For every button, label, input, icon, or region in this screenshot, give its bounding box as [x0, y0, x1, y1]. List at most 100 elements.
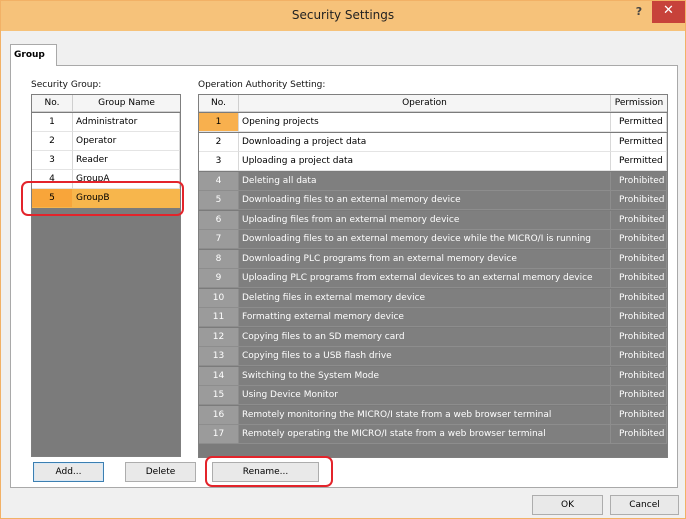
table-row[interactable]: 16 Remotely monitoring the MICRO/I state …: [199, 405, 667, 425]
permission-cell[interactable]: Prohibited: [611, 308, 667, 327]
table-row[interactable]: 3 Reader: [32, 151, 180, 170]
operation-no-cell: 9: [199, 269, 239, 288]
operation-cell: Switching to the System Mode: [239, 366, 611, 386]
permission-cell[interactable]: Permitted: [611, 113, 667, 132]
table-row[interactable]: 10 Deleting files in external memory devi…: [199, 288, 667, 308]
operation-no-cell: 10: [199, 288, 239, 308]
table-row[interactable]: 6 Uploading files from an external memory…: [199, 210, 667, 230]
table-row[interactable]: 15 Using Device Monitor Prohibited: [199, 386, 667, 405]
operation-no-cell: 3: [199, 152, 239, 171]
operation-cell: Copying files to a USB flash drive: [239, 347, 611, 366]
operation-no-cell: 17: [199, 425, 239, 444]
permission-cell[interactable]: Prohibited: [611, 288, 667, 308]
header-permission[interactable]: Permission: [611, 95, 667, 112]
table-row[interactable]: 8 Downloading PLC programs from an extern…: [199, 249, 667, 269]
group-name-cell: Administrator: [73, 113, 180, 132]
security-group-table[interactable]: No. Group Name 1 Administrator 2 Operator 3 R…: [31, 94, 181, 457]
permission-cell[interactable]: Prohibited: [611, 425, 667, 444]
permission-cell[interactable]: Prohibited: [611, 230, 667, 249]
permission-cell[interactable]: Prohibited: [611, 191, 667, 210]
operation-cell: Downloading files to an external memory …: [239, 230, 611, 249]
table-row[interactable]: 12 Copying files to an SD memory card Proh…: [199, 327, 667, 347]
title-bar[interactable]: Security Settings ? ✕: [1, 1, 685, 31]
permission-cell[interactable]: Prohibited: [611, 210, 667, 230]
operation-no-cell: 13: [199, 347, 239, 366]
permission-cell[interactable]: Prohibited: [611, 171, 667, 191]
operation-cell: Uploading PLC programs from external dev…: [239, 269, 611, 288]
operation-no-cell: 4: [199, 171, 239, 191]
ok-button[interactable]: OK: [532, 495, 603, 515]
operation-cell: Formatting external memory device: [239, 308, 611, 327]
operation-no-cell: 12: [199, 327, 239, 347]
operation-no-cell: 6: [199, 210, 239, 230]
rename-callout-outline: [205, 456, 333, 487]
operation-cell: Deleting files in external memory device: [239, 288, 611, 308]
table-row[interactable]: 7 Downloading files to an external memory…: [199, 230, 667, 249]
close-button[interactable]: ✕: [652, 1, 685, 23]
permission-cell[interactable]: Prohibited: [611, 327, 667, 347]
group-no-cell: 2: [32, 132, 73, 151]
groupb-callout-outline: [21, 181, 184, 216]
operation-no-cell: 5: [199, 191, 239, 210]
operation-cell: Uploading a project data: [239, 152, 611, 171]
permission-cell[interactable]: Permitted: [611, 132, 667, 152]
permission-cell[interactable]: Prohibited: [611, 347, 667, 366]
operation-cell: Using Device Monitor: [239, 386, 611, 405]
table-row[interactable]: 11 Formatting external memory device Prohi…: [199, 308, 667, 327]
operation-cell: Downloading files to an external memory …: [239, 191, 611, 210]
operation-authority-label: Operation Authority Setting:: [198, 80, 326, 90]
table-row[interactable]: 2 Operator: [32, 132, 180, 151]
table-row[interactable]: 5 Downloading files to an external memory…: [199, 191, 667, 210]
operation-no-cell: 16: [199, 405, 239, 425]
operation-authority-table[interactable]: No. Operation Permission 1 Opening projec…: [198, 94, 668, 458]
table-header: No. Group Name: [32, 95, 180, 112]
group-no-cell: 3: [32, 151, 73, 170]
add-button[interactable]: Add...: [33, 462, 104, 482]
operation-cell: Copying files to an SD memory card: [239, 327, 611, 347]
cancel-button[interactable]: Cancel: [610, 495, 679, 515]
security-group-label: Security Group:: [31, 80, 102, 90]
operation-no-cell: 8: [199, 249, 239, 269]
permission-cell[interactable]: Permitted: [611, 152, 667, 171]
header-group-name[interactable]: Group Name: [73, 95, 180, 112]
header-operation[interactable]: Operation: [239, 95, 611, 112]
operation-cell: Opening projects: [239, 113, 611, 132]
operation-no-cell: 1: [199, 113, 239, 132]
permission-cell[interactable]: Prohibited: [611, 405, 667, 425]
table-row[interactable]: 4 Deleting all data Prohibited: [199, 171, 667, 191]
operation-cell: Downloading PLC programs from an externa…: [239, 249, 611, 269]
operation-cell: Deleting all data: [239, 171, 611, 191]
table-row[interactable]: 14 Switching to the System Mode Prohibited: [199, 366, 667, 386]
help-button[interactable]: ?: [631, 5, 647, 23]
table-row[interactable]: 2 Downloading a project data Permitted: [199, 132, 667, 152]
header-no[interactable]: No.: [32, 95, 73, 112]
group-name-cell: Operator: [73, 132, 180, 151]
operation-no-cell: 11: [199, 308, 239, 327]
table-row[interactable]: 3 Uploading a project data Permitted: [199, 152, 667, 171]
delete-button[interactable]: Delete: [125, 462, 196, 482]
table-header: No. Operation Permission: [199, 95, 667, 112]
operation-cell: Uploading files from an external memory …: [239, 210, 611, 230]
operation-no-cell: 7: [199, 230, 239, 249]
operation-cell: Downloading a project data: [239, 132, 611, 152]
group-no-cell: 1: [32, 113, 73, 132]
operation-cell: Remotely monitoring the MICRO/I state fr…: [239, 405, 611, 425]
table-row[interactable]: 13 Copying files to a USB flash drive Proh…: [199, 347, 667, 366]
table-row[interactable]: 1 Administrator: [32, 113, 180, 132]
header-no[interactable]: No.: [199, 95, 239, 112]
operation-no-cell: 14: [199, 366, 239, 386]
group-name-cell: Reader: [73, 151, 180, 170]
tab-group[interactable]: Group: [10, 44, 57, 66]
operation-cell: Remotely operating the MICRO/I state fro…: [239, 425, 611, 444]
permission-cell[interactable]: Prohibited: [611, 386, 667, 405]
security-settings-dialog: Security Settings ? ✕ Group Security Gro…: [0, 0, 686, 519]
operation-no-cell: 15: [199, 386, 239, 405]
permission-cell[interactable]: Prohibited: [611, 366, 667, 386]
permission-cell[interactable]: Prohibited: [611, 249, 667, 269]
operation-no-cell: 2: [199, 132, 239, 152]
window-title: Security Settings: [291, 8, 395, 22]
table-row[interactable]: 1 Opening projects Permitted: [199, 113, 667, 132]
permission-cell[interactable]: Prohibited: [611, 269, 667, 288]
table-row[interactable]: 9 Uploading PLC programs from external de…: [199, 269, 667, 288]
table-row[interactable]: 17 Remotely operating the MICRO/I state f…: [199, 425, 667, 444]
